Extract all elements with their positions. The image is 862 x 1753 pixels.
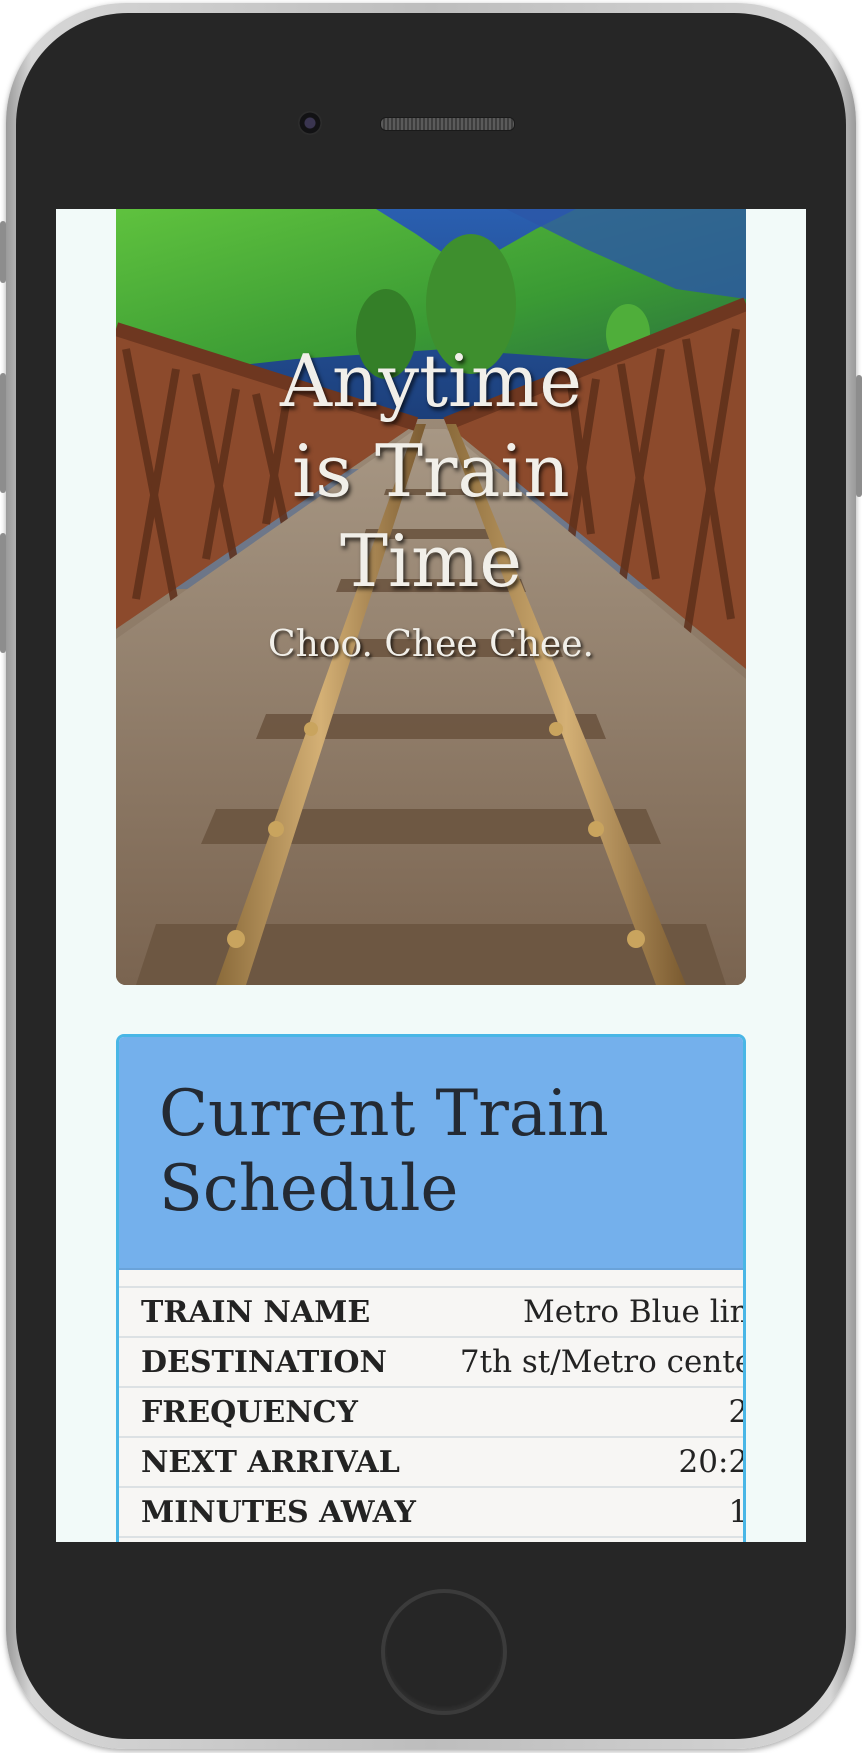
row-label: MINUTES AWAY xyxy=(141,1494,416,1530)
hero-subtitle: Choo. Chee Chee. xyxy=(268,624,594,665)
table-row: NEXT ARRIVAL 20:23 xyxy=(119,1437,743,1487)
volume-up-button xyxy=(0,373,6,493)
schedule-title: Current Train Schedule xyxy=(159,1077,609,1226)
schedule-panel: Current Train Schedule TRAIN NAME Metro … xyxy=(116,1034,746,1542)
speaker-grille-icon xyxy=(380,117,515,131)
row-value: 7th st/Metro center xyxy=(459,1344,746,1380)
row-label: FREQUENCY xyxy=(141,1394,358,1430)
table-row: DESTINATION 7th st/Metro center xyxy=(119,1337,746,1387)
row-label: TRAIN NAME xyxy=(141,1294,371,1330)
hero-banner: Anytime is Train Time Choo. Chee Chee. xyxy=(116,209,746,985)
table-row: MINUTES AWAY 13 xyxy=(119,1487,743,1537)
row-value: Metro Blue line xyxy=(523,1294,746,1330)
front-camera-icon xyxy=(298,111,322,135)
table-row: FREQUENCY 23 xyxy=(119,1387,743,1437)
mute-switch xyxy=(0,221,6,283)
hero-title: Anytime is Train Time xyxy=(280,339,582,603)
table-row: TRAIN NAME Metro Blue line xyxy=(119,1287,746,1337)
schedule-panel-heading: Current Train Schedule xyxy=(119,1037,743,1270)
home-button-icon[interactable] xyxy=(381,1589,507,1715)
row-label: NEXT ARRIVAL xyxy=(141,1444,400,1480)
row-value: 20:23 xyxy=(678,1444,743,1480)
row-label: DESTINATION xyxy=(141,1344,387,1380)
power-button xyxy=(856,375,862,497)
row-value: 13 xyxy=(438,1487,743,1537)
row-value: 23 xyxy=(438,1387,743,1437)
volume-down-button xyxy=(0,533,6,653)
app-screen: Anytime is Train Time Choo. Chee Chee. C… xyxy=(56,209,806,1542)
schedule-table: TRAIN NAME Metro Blue line DESTINATION 7… xyxy=(119,1286,746,1538)
